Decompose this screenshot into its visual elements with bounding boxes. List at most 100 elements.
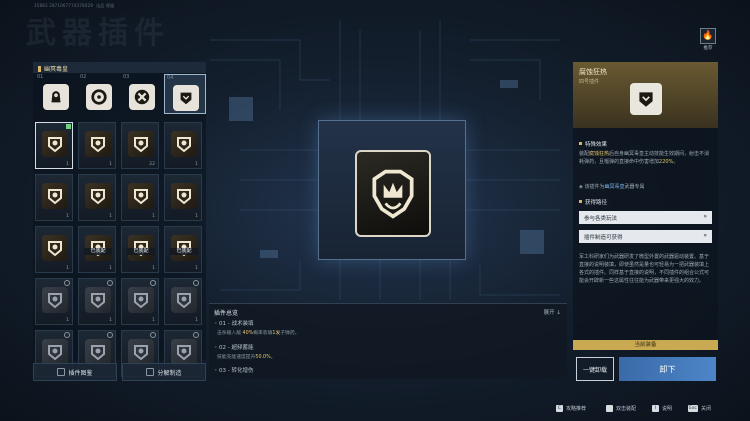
- slot-04[interactable]: 04: [164, 74, 206, 114]
- plugin-card[interactable]: 1: [35, 278, 73, 325]
- flame-icon: 🔥: [700, 28, 716, 44]
- weapon-header: 幽冥毒皇: [33, 62, 206, 73]
- crest-icon: [372, 169, 414, 219]
- footer-hint-close[interactable]: Esc 关闭: [688, 405, 711, 412]
- plugin-card[interactable]: 1: [78, 122, 116, 169]
- expand-button[interactable]: 展开 ↓: [544, 308, 561, 316]
- plugin-count: 1: [152, 266, 155, 271]
- plugin-count: 1: [109, 266, 112, 271]
- summary-line: ◦ 03 - 转化增伤: [214, 368, 254, 374]
- triangle-icon: [128, 339, 154, 365]
- equipped-badge: 已装配: [84, 248, 112, 255]
- shield-icon: [171, 287, 197, 313]
- lock-icon: [64, 332, 70, 338]
- plugin-inventory-panel: 幽冥毒皇 01 02 03 04 1 1 22 1 1 1 1 1 1 已装配 1 已装配 1 已装配 1 1…: [33, 62, 207, 377]
- detail-header: 腐蚀狂热 四号插件: [573, 62, 718, 128]
- special-effect-title: 特殊效果: [579, 140, 607, 148]
- unequip-button[interactable]: 卸下: [619, 357, 716, 381]
- plugin-card[interactable]: 22: [121, 122, 159, 169]
- lock-icon: [107, 332, 113, 338]
- footer-hint-equip[interactable]: 双击装配: [606, 405, 636, 412]
- plugin-card[interactable]: 1: [35, 226, 73, 273]
- star-icon: [85, 287, 111, 313]
- plugin-type: 四号插件: [579, 79, 600, 85]
- plugin-detail-panel: 腐蚀狂热 四号插件 特殊效果 装配腐蚀狂热后自身幽冥毒皇主动技能生效期间，射击不…: [573, 62, 718, 350]
- key-hint: [146, 368, 155, 376]
- slot-row: 01 02 03 04: [35, 74, 207, 114]
- lock-icon: [107, 280, 113, 286]
- plugin-count: 1: [109, 318, 112, 323]
- plugin-card[interactable]: 1: [164, 278, 202, 325]
- chevron-right-icon: »: [703, 213, 707, 220]
- plugin-catalog-button[interactable]: 插件图鉴: [33, 363, 117, 381]
- plugin-count: 1: [195, 266, 198, 271]
- plugin-count: 22: [149, 162, 155, 167]
- plugin-count: 1: [195, 214, 198, 219]
- footer-hint-info[interactable]: I 说明: [652, 405, 672, 412]
- plugin-count: 1: [66, 214, 69, 219]
- plugin-card[interactable]: 已装配 1: [78, 226, 116, 273]
- swirl-icon: [86, 84, 112, 110]
- one-click-unequip-button[interactable]: 一键卸载: [576, 357, 614, 381]
- selected-plugin-chip: [355, 150, 431, 237]
- ghost-bust-icon: [43, 84, 69, 110]
- summary-title: 插件总览: [214, 310, 239, 317]
- summary-detail: 击杀输入敌 40%概率装填1发子弹药。: [217, 331, 300, 336]
- page-watermark-title: 武器插件: [26, 16, 170, 51]
- summary-line: ◦ 02 - 超频蓄能: [214, 345, 254, 351]
- recommend-button[interactable]: 🔥 推荐: [697, 28, 719, 54]
- summary-detail: 技能充能速度提升50.0%。: [217, 355, 276, 360]
- key-hint: [57, 368, 66, 376]
- lock-icon: [64, 280, 70, 286]
- plugin-summary-panel: 插件总览 展开 ↓ ◦ 01 - 战术装填 击杀输入敌 40%概率装填1发子弹药…: [209, 303, 567, 379]
- triangle-icon: [128, 287, 154, 313]
- footer-hint-guide[interactable]: C 攻略推荐: [556, 405, 586, 412]
- flag-icon: [38, 66, 41, 72]
- star-icon: [85, 339, 111, 365]
- plugin-card[interactable]: 1: [35, 174, 73, 221]
- slot-01[interactable]: 01: [35, 74, 77, 114]
- lock-icon: [193, 332, 199, 338]
- selected-marker: [66, 124, 71, 129]
- plugin-card[interactable]: 已装配 1: [121, 226, 159, 273]
- summary-line: ◦ 01 - 战术装填: [214, 321, 254, 327]
- crest-icon: [630, 83, 662, 115]
- bolt-icon: [42, 339, 68, 365]
- dragon-icon: [171, 131, 197, 157]
- mask-icon: [85, 183, 111, 209]
- plugin-card[interactable]: 1: [78, 174, 116, 221]
- flame-icon: [171, 183, 197, 209]
- plugin-count: 1: [109, 214, 112, 219]
- disassemble-craft-button[interactable]: 分解制造: [122, 363, 206, 381]
- obtain-title: 获得路径: [579, 198, 607, 206]
- obtain-craft-button[interactable]: 插件制造可获得»: [579, 230, 712, 243]
- plugin-count: 1: [66, 162, 69, 167]
- plugin-count: 1: [195, 162, 198, 167]
- plugin-card[interactable]: 1: [121, 174, 159, 221]
- lock-icon: [193, 280, 199, 286]
- plugin-count: 1: [66, 318, 69, 323]
- slot-03[interactable]: 03: [121, 74, 163, 114]
- crest-icon: [42, 131, 68, 157]
- crest-icon: [173, 85, 199, 111]
- burst-icon: [128, 131, 154, 157]
- plugin-card[interactable]: 1: [121, 278, 159, 325]
- plugin-count: 1: [109, 162, 112, 167]
- plugin-card[interactable]: 1: [35, 122, 73, 169]
- plugin-card[interactable]: 1: [164, 122, 202, 169]
- lore-text: 军工科研家们为武器研发了微型外置的武器驱动装置。基于直接的说明装填，即使虽然是量…: [579, 254, 710, 284]
- equipped-badge: 已装配: [127, 248, 155, 255]
- bolt-icon: [42, 287, 68, 313]
- slot-02[interactable]: 02: [78, 74, 120, 114]
- equipped-badge: 已装配: [170, 248, 198, 255]
- plugin-card[interactable]: 已装配 1: [164, 226, 202, 273]
- cross-blades-icon: [129, 84, 155, 110]
- plugin-card[interactable]: 1: [78, 278, 116, 325]
- plugin-count: 1: [152, 318, 155, 323]
- plugin-count: 1: [195, 318, 198, 323]
- plugin-card[interactable]: 1: [164, 174, 202, 221]
- chevron-right-icon: »: [703, 232, 707, 239]
- flame-hand-icon: [128, 183, 154, 209]
- obtain-gameplay-button[interactable]: 参与各类玩法»: [579, 211, 712, 224]
- plugin-count: 1: [66, 266, 69, 271]
